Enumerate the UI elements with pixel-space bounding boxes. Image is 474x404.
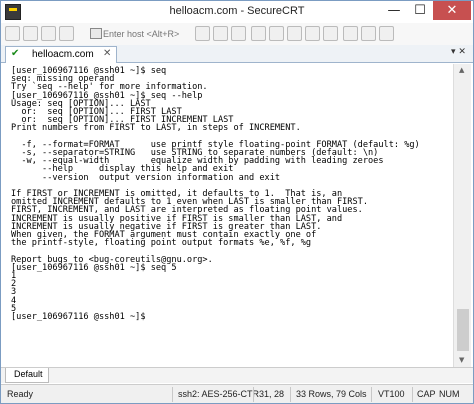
sftp-icon[interactable] — [269, 26, 284, 41]
toolbar — [1, 23, 473, 45]
tab-default-label: Default — [14, 369, 43, 379]
tab-default[interactable]: Default — [5, 368, 49, 383]
find-icon[interactable] — [231, 26, 246, 41]
close-tab-icon[interactable]: ✕ — [103, 48, 111, 59]
copy-icon[interactable] — [195, 26, 210, 41]
terminal-line: 2 — [11, 279, 17, 290]
scroll-down-icon[interactable]: ▼ — [459, 356, 464, 364]
session-tab-strip: ✔ helloacm.com ✕ ▾ ✕ — [1, 45, 473, 63]
terminal-line: 4 — [11, 295, 17, 306]
connect-icon[interactable] — [5, 26, 20, 41]
tab-menu-icons[interactable]: ▾ ✕ — [451, 47, 466, 57]
status-divider — [412, 387, 413, 402]
keymap-icon[interactable] — [323, 26, 338, 41]
minimize-button[interactable]: — — [381, 1, 407, 21]
title-bar: helloacm.com - SecureCRT — ☐ ✕ — [1, 1, 473, 23]
terminal-line: 3 — [11, 287, 17, 298]
terminal-line: [user_106967116 @ssh01 ~]$ — [11, 312, 151, 323]
maximize-button[interactable]: ☐ — [407, 1, 433, 21]
paste-icon[interactable] — [213, 26, 228, 41]
host-input[interactable] — [103, 26, 191, 42]
status-ready: Ready — [7, 389, 34, 399]
status-divider — [172, 387, 173, 402]
status-divider — [371, 387, 372, 402]
status-divider — [253, 387, 254, 402]
terminal-line: [user_106967116 @ssh01 ~]$ seq 5 — [11, 262, 177, 273]
status-num: NUM — [439, 389, 460, 399]
scroll-up-icon[interactable]: ▲ — [459, 66, 464, 74]
reconnect-icon[interactable] — [59, 26, 74, 41]
print-icon[interactable] — [251, 26, 266, 41]
terminal-line: --version output version information and… — [11, 172, 281, 183]
command-window-tabs: Default — [1, 367, 473, 383]
help-icon[interactable] — [379, 26, 394, 41]
global-options-icon[interactable] — [305, 26, 320, 41]
host-icon — [90, 28, 102, 39]
securecrt-window: helloacm.com - SecureCRT — ☐ ✕ ✔ helloac… — [0, 0, 474, 404]
terminal-line: Print numbers from FIRST to LAST, in ste… — [11, 123, 301, 134]
status-cipher: ssh2: AES-256-CTR — [178, 389, 260, 399]
script-icon[interactable] — [361, 26, 376, 41]
status-size: 33 Rows, 79 Cols — [296, 389, 367, 399]
terminal-area[interactable]: [user_106967116 @ssh01 ~]$ seq seq: missi… — [3, 64, 453, 367]
close-window-button[interactable]: ✕ — [433, 1, 471, 20]
quick-connect-icon[interactable] — [23, 26, 38, 41]
tab-helloacm[interactable]: ✔ helloacm.com ✕ — [5, 46, 117, 63]
terminal-line: the printf-style, floating point output … — [11, 238, 312, 249]
status-term: VT100 — [378, 389, 405, 399]
connect-in-tab-icon[interactable] — [41, 26, 56, 41]
status-cursor: 31, 28 — [259, 389, 285, 399]
status-cap: CAP — [417, 389, 436, 399]
tab-label: helloacm.com — [32, 49, 94, 60]
status-divider — [290, 387, 291, 402]
terminal-line: 1 — [11, 271, 17, 282]
session-options-icon[interactable] — [287, 26, 302, 41]
settings-icon[interactable] — [343, 26, 358, 41]
connected-check-icon: ✔ — [11, 48, 20, 59]
scrollbar-thumb[interactable] — [457, 309, 469, 351]
status-bar: Ready ssh2: AES-256-CTR 31, 28 33 Rows, … — [1, 384, 473, 403]
vertical-scrollbar[interactable]: ▲ ▼ — [453, 64, 471, 367]
terminal-output: [user_106967116 @ssh01 ~]$ seq seq: missi… — [11, 67, 420, 323]
